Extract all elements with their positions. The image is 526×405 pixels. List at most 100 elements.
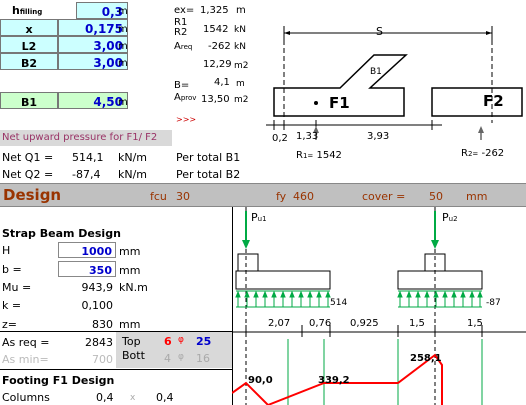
bott-diameter[interactable]: 16 (196, 353, 210, 364)
load-f2: -87 (486, 298, 501, 308)
top-count[interactable]: 6 (164, 336, 172, 347)
columns-v2: 0,4 (156, 391, 174, 404)
ex-label: ex= (174, 5, 195, 16)
k-label: k = (2, 299, 22, 312)
columns-x: x (130, 393, 136, 403)
fy-label: fy (276, 190, 287, 203)
moment-m2: 339,2 (318, 375, 350, 386)
b-label: B= (174, 80, 190, 91)
r2-unit: kN (234, 25, 246, 35)
h-input[interactable]: 1000 (58, 242, 116, 258)
h-filling-label: hfilling (12, 4, 43, 17)
load-f1: 514 (330, 298, 348, 308)
pressure-arrows-f1 (235, 290, 331, 308)
moment-m1: 90,0 (248, 375, 273, 386)
b2-unit: m (118, 58, 128, 69)
l2-label-cell: L2 (0, 36, 58, 53)
dim-span-1: 2,07 (268, 318, 291, 329)
ex-unit: m (236, 5, 246, 16)
r2-label: R2 (174, 27, 188, 38)
bott-phi-icon: φ (178, 352, 184, 362)
r1-reaction: R1= 1542 (296, 150, 342, 161)
b-value: 4,1 (214, 77, 230, 88)
s-label: S (376, 25, 383, 38)
dim-133: 1,33 (296, 131, 319, 142)
columns-label: Columns (2, 391, 50, 404)
q2-unit: kN/m (118, 168, 148, 181)
areq-unit: kN (234, 42, 246, 52)
f2-outline (431, 87, 523, 117)
dim-span-2: 0,76 (309, 318, 332, 329)
q1-value: 514,1 (72, 151, 104, 164)
moment-m3: 258,1 (410, 353, 442, 364)
dim-span-3: 0,925 (350, 318, 379, 329)
area-value: 12,29 (203, 59, 232, 70)
z-unit: mm (119, 318, 141, 331)
aprov-value: 13,50 (201, 94, 230, 105)
q2-note: Per total B2 (176, 168, 241, 181)
top-diameter[interactable]: 25 (196, 336, 211, 347)
beam-diagram (232, 207, 526, 405)
q1-label: Net Q1 = (2, 151, 54, 164)
x-label-cell: x (0, 19, 58, 36)
net-pressure-header: Net upward pressure for F1/ F2 (0, 130, 172, 146)
area-unit: m2 (234, 61, 249, 71)
b-unit: m (236, 79, 245, 89)
q2-label: Net Q2 = (2, 168, 54, 181)
asmin-label: As min= (2, 353, 49, 366)
b-width-input[interactable]: 350 (58, 261, 116, 277)
fy-value[interactable]: 460 (293, 191, 314, 202)
h-label: H (2, 244, 11, 257)
b1-sketch-label: B1 (370, 67, 382, 77)
b-width-label: b = (2, 263, 22, 276)
centroid-dot (314, 101, 318, 105)
pu1-label: Pu1 (251, 211, 267, 224)
pu2-label: Pu2 (442, 211, 458, 224)
top-label: Top (122, 335, 141, 348)
asreq-label: As req = (2, 336, 50, 349)
mu-unit: kN.m (119, 281, 148, 294)
arrows-marker: >>> (176, 115, 197, 124)
strap-title: Strap Beam Design (2, 227, 121, 240)
cover-label: cover = (362, 190, 406, 203)
cover-unit: mm (466, 190, 488, 203)
f2-label: F2 (483, 92, 504, 110)
aprov-unit: m2 (234, 95, 249, 105)
mu-value: 943,9 (81, 281, 114, 294)
design-title: Design (3, 186, 62, 204)
footing-divider (0, 369, 232, 370)
k-value: 0,100 (81, 299, 114, 312)
l2-unit: m (118, 41, 128, 52)
fcu-label: fcu (150, 190, 167, 203)
q1-unit: kN/m (118, 151, 148, 164)
dim-span-5: 1,5 (467, 318, 483, 329)
asreq-value: 2843 (85, 336, 113, 349)
dim-393: 3,93 (367, 131, 390, 142)
bott-label: Bott (122, 349, 145, 362)
fcu-value[interactable]: 30 (176, 191, 190, 202)
dim-span-4: 1,5 (409, 318, 425, 329)
bott-count[interactable]: 4 (164, 353, 171, 364)
cover-value[interactable]: 50 (429, 191, 443, 202)
r2-value: 1542 (203, 24, 229, 35)
top-phi-icon: φ (178, 335, 184, 345)
q2-value: -87,4 (72, 168, 101, 181)
b1-unit: m (118, 97, 128, 108)
r2-reaction: R2= -262 (461, 148, 505, 159)
b1-label-cell: B1 (0, 92, 58, 109)
h-filling-unit: m (118, 6, 128, 17)
columns-v1: 0,4 (96, 391, 114, 404)
pressure-arrows-f2 (397, 290, 483, 308)
dim-02: 0,2 (272, 133, 288, 144)
design-bar (0, 183, 526, 207)
x-unit: m (118, 24, 128, 35)
z-label: z= (2, 318, 17, 331)
ex-value: 1,325 (200, 5, 229, 16)
footing-title: Footing F1 Design (2, 374, 115, 387)
b-width-unit: mm (119, 264, 141, 277)
h-unit: mm (119, 245, 141, 258)
aprov-label: Aprov (174, 92, 197, 103)
b2-label-cell: B2 (0, 53, 58, 70)
areq-value: -262 (208, 41, 231, 52)
mu-label: Mu = (2, 281, 32, 294)
